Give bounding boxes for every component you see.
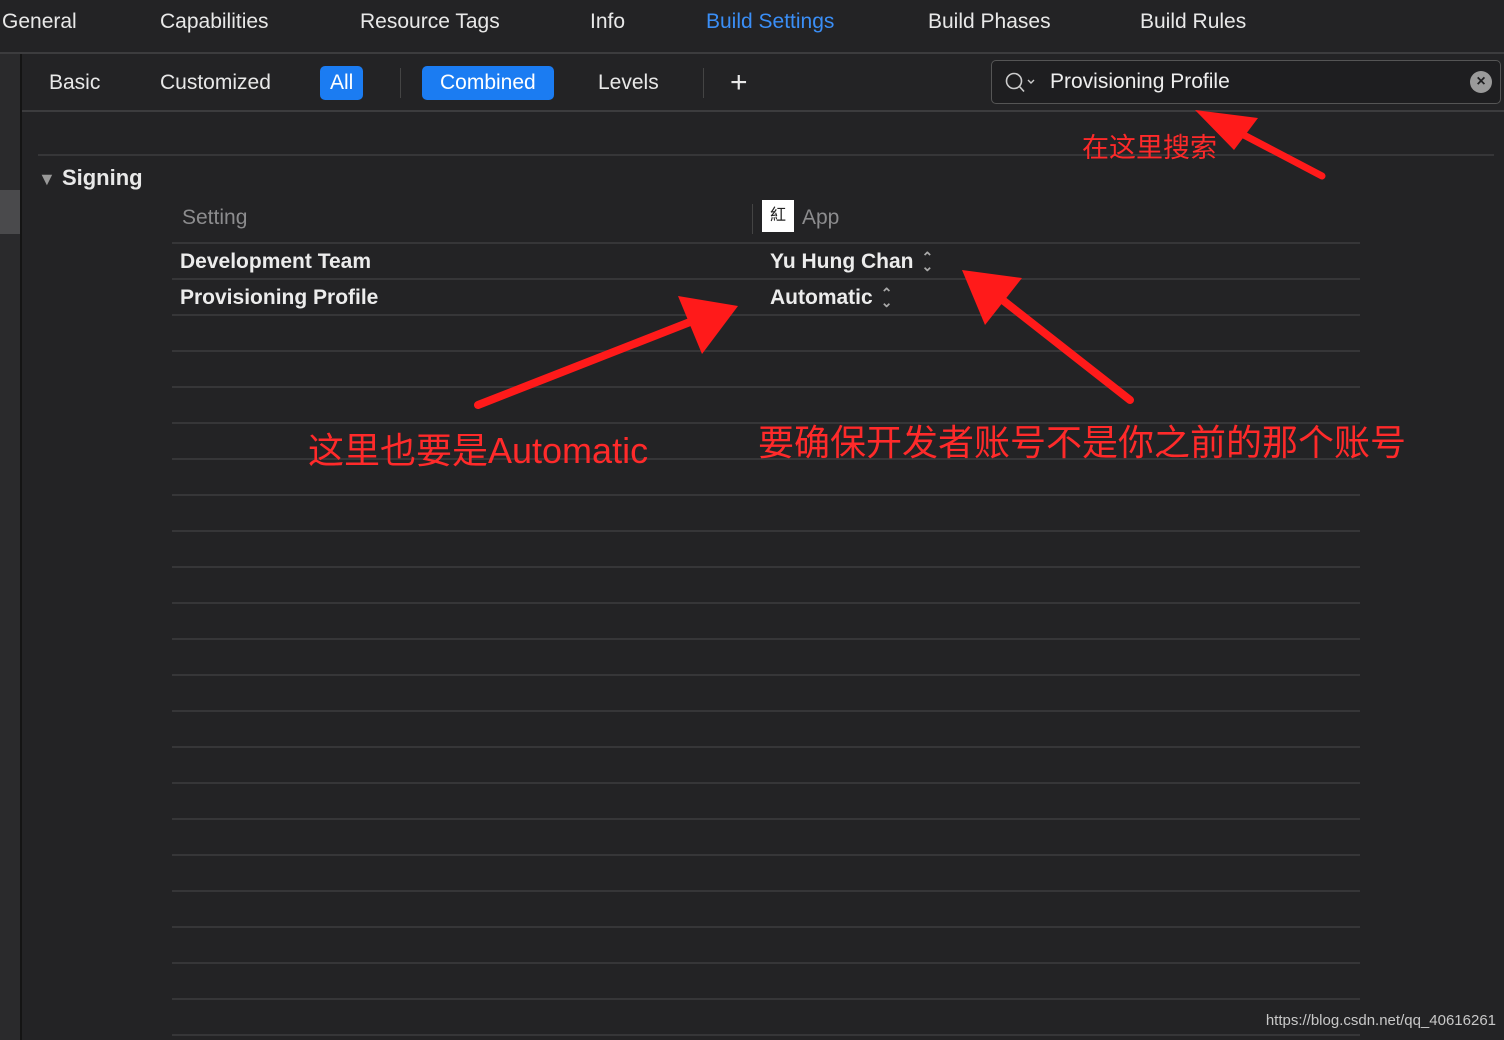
row-divider	[172, 530, 1360, 532]
app-icon: 紅	[762, 200, 794, 232]
row-divider	[172, 890, 1360, 892]
row-divider	[172, 602, 1360, 604]
row-divider	[172, 494, 1360, 496]
filter-basic[interactable]: Basic	[39, 66, 110, 100]
tab-build-rules[interactable]: Build Rules	[1140, 10, 1246, 34]
row-divider	[172, 674, 1360, 676]
search-input[interactable]	[1050, 67, 1450, 97]
setting-name: Provisioning Profile	[180, 286, 379, 309]
annotation-also-automatic: 这里也要是Automatic	[308, 430, 649, 471]
watermark: https://blog.csdn.net/qq_40616261	[1265, 1012, 1496, 1029]
row-divider	[172, 926, 1360, 928]
column-header-target[interactable]: App	[802, 206, 839, 230]
row-divider	[172, 386, 1360, 388]
row-divider	[172, 710, 1360, 712]
divider	[703, 68, 704, 98]
row-divider	[172, 782, 1360, 784]
setting-name: Development Team	[180, 250, 371, 273]
selected-target[interactable]	[0, 190, 20, 234]
row-divider	[172, 350, 1360, 352]
row-divider	[172, 566, 1360, 568]
tab-general[interactable]: General	[2, 10, 77, 34]
row-divider	[172, 1034, 1360, 1036]
annotation-arrows	[474, 110, 1326, 409]
column-divider	[752, 204, 753, 234]
filter-combined[interactable]: Combined	[422, 66, 554, 100]
row-divider	[172, 314, 1360, 316]
filter-levels[interactable]: Levels	[588, 66, 669, 100]
setting-value-popup[interactable]: Yu Hung Chan ⌃ ⌄	[770, 250, 933, 274]
column-header-setting[interactable]: Setting	[182, 206, 247, 230]
editor-tab-bar: General Capabilities Resource Tags Info …	[0, 0, 1504, 54]
annotation-ensure-account: 要确保开发者账号不是你之前的那个账号	[758, 422, 1407, 463]
divider	[400, 68, 401, 98]
divider	[38, 154, 1494, 156]
search-field[interactable]: ×	[991, 60, 1501, 104]
filter-all[interactable]: All	[320, 66, 364, 100]
row-divider	[172, 854, 1360, 856]
setting-value-popup[interactable]: Automatic ⌃ ⌄	[770, 286, 892, 310]
section-title: Signing	[61, 165, 143, 190]
up-down-chevron-icon: ⌃ ⌄	[921, 249, 934, 275]
row-divider	[172, 638, 1360, 640]
row-divider	[172, 746, 1360, 748]
tab-build-settings[interactable]: Build Settings	[706, 10, 834, 34]
section-signing[interactable]: ▼ Signing	[38, 165, 143, 191]
setting-value: Automatic	[770, 286, 873, 309]
tab-build-phases[interactable]: Build Phases	[928, 10, 1051, 34]
filter-customized[interactable]: Customized	[150, 66, 281, 100]
tab-resource-tags[interactable]: Resource Tags	[360, 10, 500, 34]
annotation-search-here: 在这里搜索	[1082, 133, 1217, 163]
up-down-chevron-icon: ⌃ ⌄	[880, 285, 893, 311]
disclosure-triangle-icon[interactable]: ▼	[38, 169, 56, 189]
search-icon	[1005, 72, 1035, 93]
clear-icon[interactable]: ×	[1470, 71, 1492, 93]
table-row[interactable]: Development Team Yu Hung Chan ⌃ ⌄	[172, 244, 1360, 278]
row-divider	[172, 998, 1360, 1000]
add-setting-button[interactable]: +	[720, 66, 758, 100]
tab-info[interactable]: Info	[590, 10, 625, 34]
row-divider	[172, 818, 1360, 820]
row-divider	[172, 962, 1360, 964]
tab-capabilities[interactable]: Capabilities	[160, 10, 269, 34]
table-row[interactable]: Provisioning Profile Automatic ⌃ ⌄	[172, 280, 1360, 314]
setting-value: Yu Hung Chan	[770, 250, 914, 273]
